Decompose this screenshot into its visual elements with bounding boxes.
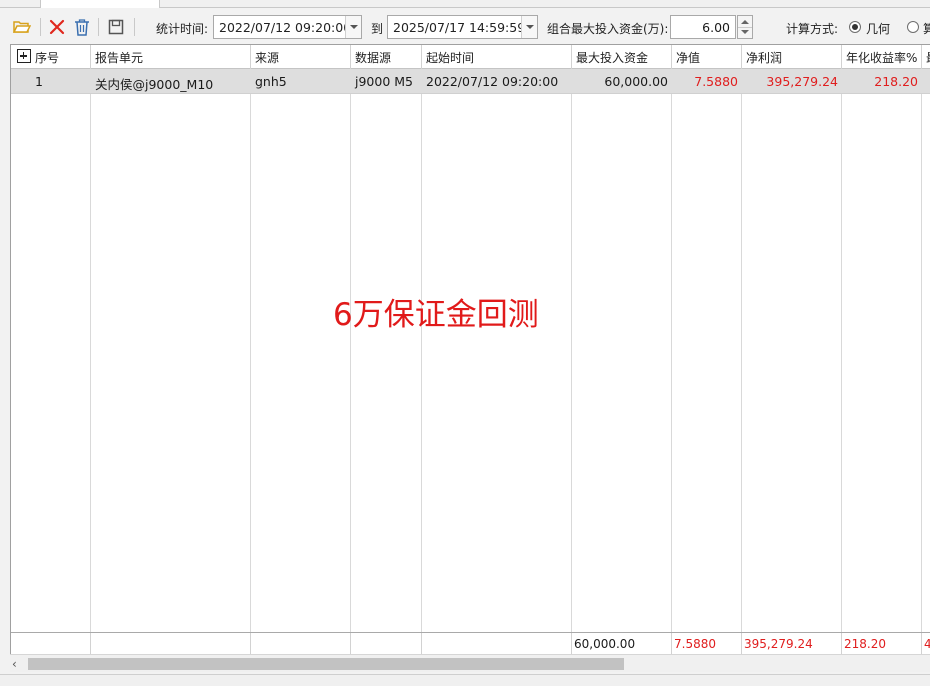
col-header-start-time[interactable]: 起始时间 [422, 45, 572, 69]
toolbar-separator [134, 18, 135, 36]
calc-geometric-radio[interactable] [849, 21, 861, 33]
toolbar-separator [98, 18, 99, 36]
cell-max-capital: 60,000.00 [604, 74, 668, 89]
cell-start-time: 2022/07/12 09:20:00 [426, 74, 559, 89]
expand-icon[interactable] [17, 49, 31, 63]
col-header-source[interactable]: 来源 [251, 45, 351, 69]
end-time-picker[interactable]: 2025/07/17 14:59:59 [387, 15, 538, 39]
col-header-more[interactable]: 最 [922, 45, 930, 69]
col-header-net-profit[interactable]: 净利润 [742, 45, 842, 69]
col-header-report-unit[interactable]: 报告单元 [91, 45, 251, 69]
toolbar: 统计时间: 2022/07/12 09:20:00 到 2025/07/17 1… [0, 8, 930, 44]
cell-net-profit: 395,279.24 [766, 74, 838, 89]
results-grid: 序号 报告单元 来源 数据源 起始时间 最大投入资金 净值 净利润 年化收益率%… [10, 44, 930, 654]
cell-datasource: j9000 M5 [355, 74, 413, 89]
summary-footer: 60,000.00 7.5880 395,279.24 218.20 4 [11, 632, 930, 654]
end-time-value: 2025/07/17 14:59:59 [393, 20, 526, 35]
spin-up-icon[interactable] [741, 20, 749, 24]
calc-arithmetic-radio[interactable] [907, 21, 919, 33]
scrollbar-thumb[interactable] [28, 658, 624, 670]
cell-source: gnh5 [255, 74, 287, 89]
trash-icon[interactable] [72, 17, 92, 37]
footer-net-value: 7.5880 [672, 633, 742, 654]
footer-annual-return: 218.20 [842, 633, 922, 654]
horizontal-scrollbar[interactable]: ‹ [10, 654, 930, 672]
spinner-arrows[interactable] [737, 15, 753, 39]
cell-report-unit: 关内侯@j9000_M10 [95, 77, 214, 92]
scroll-left-icon[interactable]: ‹ [12, 656, 26, 672]
col-header-net-value[interactable]: 净值 [672, 45, 742, 69]
col-header-annual-return[interactable]: 年化收益率% [842, 45, 922, 69]
cell-index: 1 [35, 74, 43, 89]
calc-method-label: 计算方式: [786, 22, 839, 36]
calc-arithmetic-label: 算 [923, 22, 930, 36]
max-capital-value: 6.00 [702, 20, 730, 35]
calc-geometric-label: 几何 [866, 22, 891, 36]
col-header-index[interactable]: 序号 [11, 45, 91, 69]
backtest-window: 统计时间: 2022/07/12 09:20:00 到 2025/07/17 1… [0, 0, 930, 686]
tab-active[interactable] [40, 0, 160, 8]
overlay-caption: 6万保证金回测 [333, 297, 539, 333]
cell-net-value: 7.5880 [694, 74, 738, 89]
cell-annual-return: 218.20 [874, 74, 918, 89]
start-time-picker[interactable]: 2022/07/12 09:20:00 [213, 15, 362, 39]
status-bar [0, 674, 930, 686]
grid-header: 序号 报告单元 来源 数据源 起始时间 最大投入资金 净值 净利润 年化收益率%… [11, 45, 930, 69]
col-header-datasource[interactable]: 数据源 [351, 45, 422, 69]
max-capital-label: 组合最大投入资金(万): [547, 22, 669, 36]
start-time-value: 2022/07/12 09:20:00 [219, 20, 352, 35]
stat-time-label: 统计时间: [156, 22, 209, 36]
save-icon[interactable] [106, 17, 126, 37]
footer-max-capital: 60,000.00 [572, 633, 672, 654]
to-label: 到 [371, 22, 384, 36]
footer-net-profit: 395,279.24 [742, 633, 842, 654]
toolbar-separator [40, 18, 41, 36]
max-capital-spinner[interactable]: 6.00 [670, 15, 754, 39]
col-header-max-capital[interactable]: 最大投入资金 [572, 45, 672, 69]
chevron-down-icon[interactable] [521, 16, 537, 38]
max-capital-input[interactable]: 6.00 [670, 15, 736, 39]
delete-icon[interactable] [47, 17, 67, 37]
chevron-down-icon[interactable] [345, 16, 361, 38]
spin-down-icon[interactable] [741, 30, 749, 34]
folder-open-icon[interactable] [12, 17, 32, 37]
table-row[interactable]: 1 关内侯@j9000_M10 gnh5 j9000 M5 2022/07/12… [11, 69, 930, 94]
tab-strip [0, 0, 930, 8]
footer-more: 4 [922, 633, 930, 654]
